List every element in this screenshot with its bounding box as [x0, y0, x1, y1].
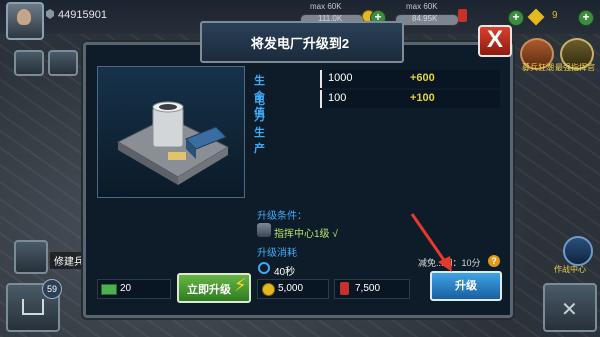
clock-icon [258, 262, 270, 274]
upgrade-button[interactable]: 升级 [430, 271, 502, 301]
shop-button[interactable]: 59 [6, 279, 62, 332]
gold-max: max 60K [310, 2, 342, 11]
tool-button[interactable] [48, 50, 78, 76]
fuel-value: 84.95K [412, 14, 438, 23]
fuel-icon [340, 282, 349, 295]
gem-count: 9 [552, 10, 558, 21]
top-commander-label: 最强指挥官 [555, 63, 595, 72]
operations-center-label: 作战中心 [554, 265, 586, 274]
upgrade-time: 40秒 [274, 267, 296, 278]
cash-cost-box: 20 [97, 279, 171, 299]
stat-bar: 1000 +600 [320, 70, 500, 88]
gold-cost: 5,000 [278, 283, 304, 294]
power-plant-icon [116, 101, 230, 185]
player-avatar[interactable] [6, 2, 44, 40]
player-power: 44915901 [58, 9, 107, 21]
stat-increase-value: +100 [410, 92, 435, 104]
fuel-max: max 60K [406, 2, 438, 11]
cash-cost: 20 [120, 283, 132, 294]
stat-increase-value: +600 [410, 72, 435, 84]
add-fuel-button[interactable]: + [508, 10, 524, 26]
crossed-swords-icon: ✕ [561, 299, 578, 321]
fuel-cost: 7,500 [355, 283, 381, 294]
dialog-title: 将发电厂升级到2 [250, 36, 350, 51]
cart-icon [22, 299, 44, 315]
requirement-text: 指挥中心1级 √ [274, 229, 338, 240]
add-gem-button[interactable]: + [578, 10, 594, 26]
stat-label: 电力生产 [254, 95, 265, 155]
help-icon[interactable]: ? [488, 255, 500, 267]
gold-coin-icon [262, 283, 275, 296]
mail-button[interactable] [14, 50, 44, 76]
free-time-label: 减免...间：10分 [418, 258, 481, 268]
building-image-panel [97, 66, 245, 198]
fuel-icon [458, 9, 467, 22]
build-queue-button[interactable] [14, 240, 48, 274]
operations-center-button[interactable] [563, 236, 593, 266]
shield-icon [46, 9, 54, 19]
instant-upgrade-label: 立即升级 [187, 284, 231, 296]
close-button[interactable]: X [478, 25, 512, 57]
lightning-icon: ⚡ [234, 275, 247, 295]
stat-base-value: 100 [328, 92, 347, 104]
shop-badge: 59 [42, 279, 62, 299]
requirements-label: 升级条件： [257, 211, 307, 222]
fuel-cost-box: 7,500 [334, 279, 410, 299]
recruit-event-label: 募兵狂潮 [522, 63, 554, 72]
instant-upgrade-button[interactable]: 立即升级 ⚡ [177, 273, 251, 303]
gold-cost-box: 5,000 [257, 279, 329, 299]
cost-label: 升级消耗 [257, 248, 297, 259]
stat-base-value: 1000 [328, 72, 353, 84]
battle-button[interactable]: ✕ [543, 283, 597, 332]
command-center-icon [257, 223, 271, 237]
gem-icon [527, 8, 545, 26]
cash-icon [101, 284, 117, 295]
stat-bar: 100 +100 [320, 90, 500, 108]
